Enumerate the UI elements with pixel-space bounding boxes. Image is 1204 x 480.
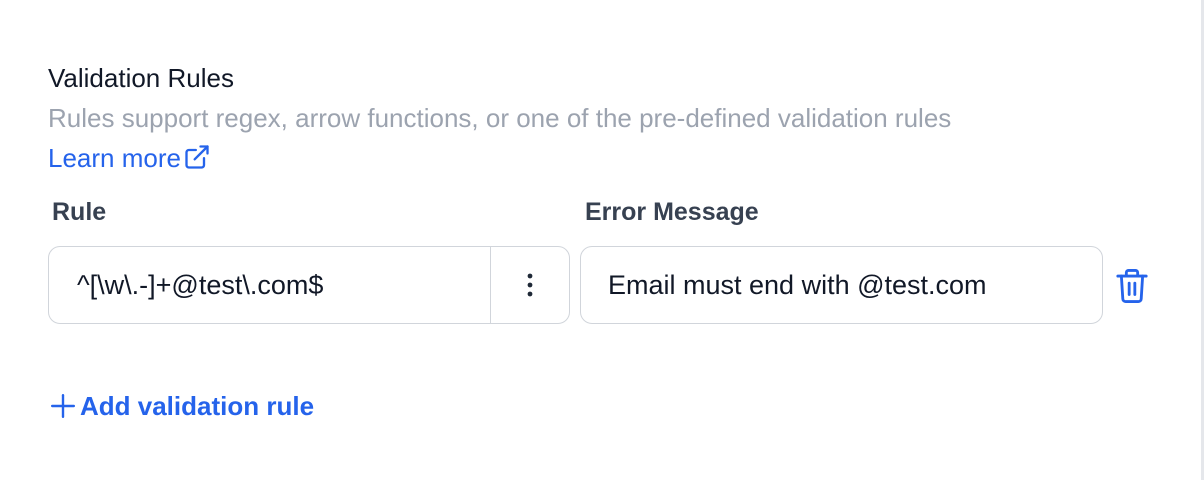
delete-rule-button[interactable] <box>1112 264 1152 308</box>
more-vertical-icon <box>527 273 533 297</box>
add-validation-rule-label: Add validation rule <box>80 391 315 421</box>
plus-icon <box>50 393 76 419</box>
error-message-input[interactable] <box>580 246 1103 324</box>
rule-column-label: Rule <box>52 198 107 226</box>
learn-more-link[interactable]: Learn more <box>48 142 211 174</box>
add-validation-rule-button[interactable]: Add validation rule <box>50 390 314 422</box>
section-description: Rules support regex, arrow functions, or… <box>48 103 952 133</box>
rule-input[interactable] <box>49 247 490 323</box>
learn-more-label: Learn more <box>48 143 181 173</box>
external-link-icon <box>185 145 209 169</box>
validation-rules-panel: Validation Rules Rules support regex, ar… <box>0 0 1204 480</box>
error-message-column-label: Error Message <box>585 198 759 226</box>
rule-options-button[interactable] <box>490 247 569 323</box>
rule-input-group <box>48 246 570 324</box>
section-title: Validation Rules <box>48 63 234 93</box>
trash-icon <box>1116 268 1148 303</box>
